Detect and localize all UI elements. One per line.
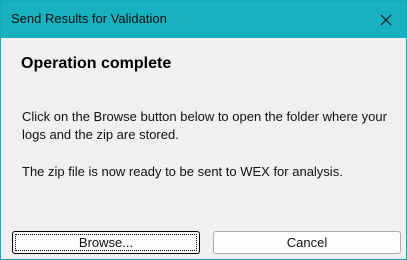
send-results-dialog: Send Results for Validation Operation co… — [0, 0, 407, 260]
window-title: Send Results for Validation — [11, 11, 167, 26]
status-text: The zip file is now ready to be sent to … — [22, 164, 343, 179]
instruction-text: Click on the Browse button below to open… — [22, 109, 387, 142]
cancel-button[interactable]: Cancel — [213, 231, 401, 254]
close-icon — [380, 14, 392, 26]
title-bar[interactable]: Send Results for Validation — [1, 1, 406, 38]
browse-button[interactable]: Browse... — [12, 231, 200, 254]
page-title: Operation complete — [21, 55, 172, 72]
close-button[interactable] — [366, 1, 406, 38]
browse-button-label: Browse... — [78, 235, 134, 250]
cancel-button-label: Cancel — [286, 235, 328, 250]
